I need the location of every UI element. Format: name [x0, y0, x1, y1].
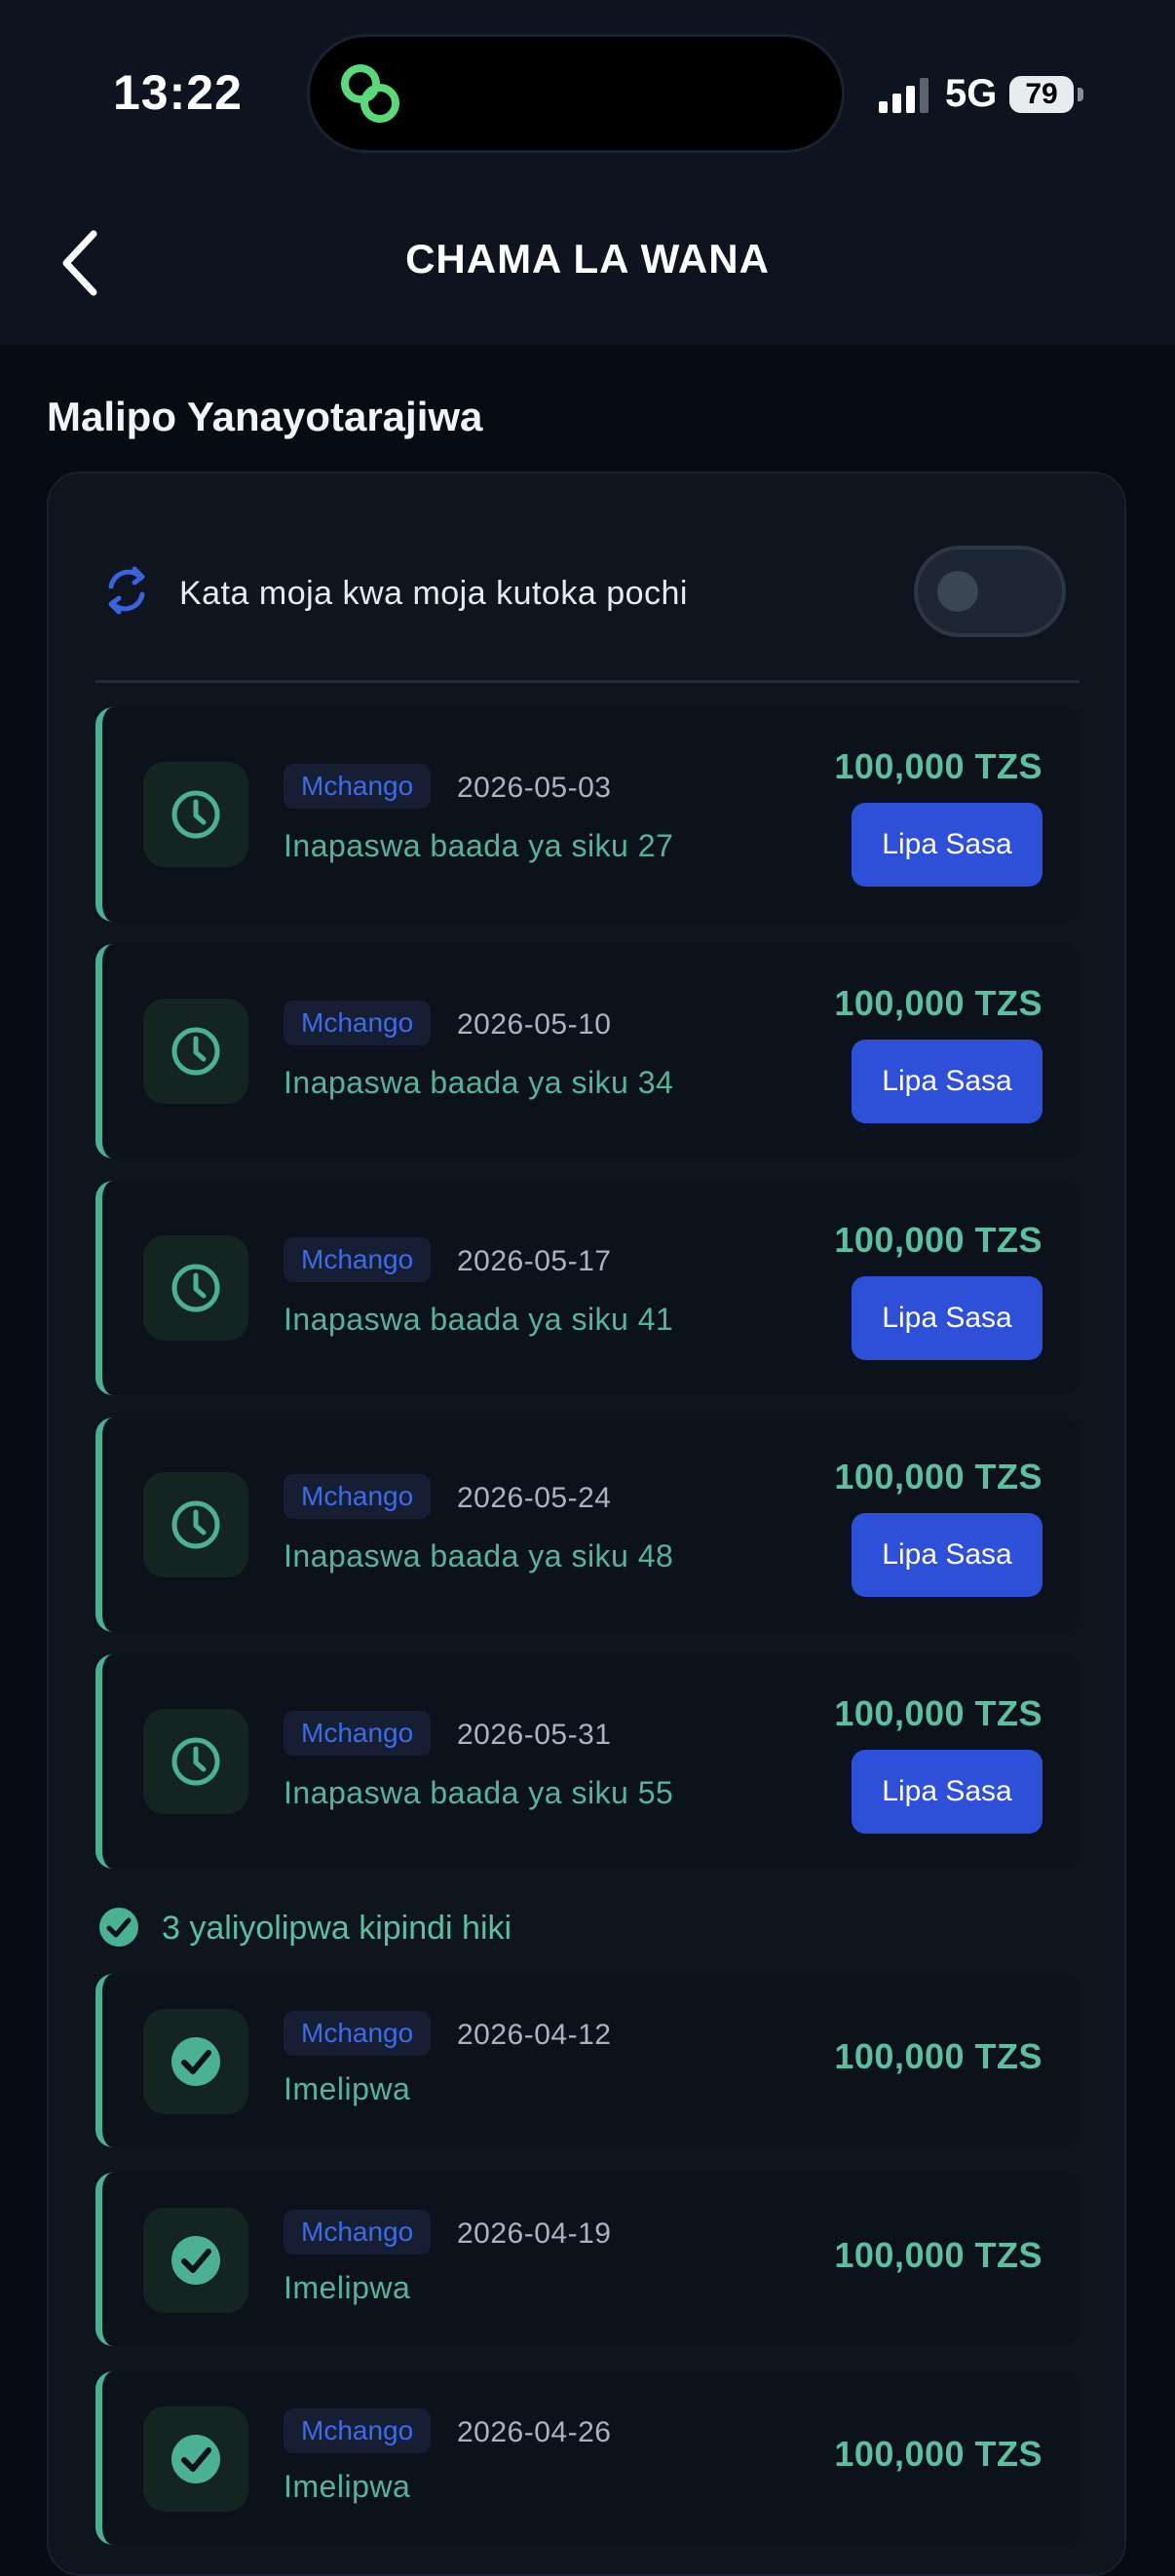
pay-now-button[interactable]: Lipa Sasa [852, 1750, 1042, 1834]
pay-now-button[interactable]: Lipa Sasa [852, 1040, 1042, 1123]
payment-date: 2026-04-19 [457, 2217, 612, 2250]
payment-card: Mchango 2026-05-31 Inapaswa baada ya siku … [95, 1654, 1080, 1869]
pay-now-button[interactable]: Lipa Sasa [852, 1513, 1042, 1597]
network-type: 5G [945, 72, 998, 115]
refresh-icon [108, 566, 145, 615]
due-text: Inapaswa baada ya siku 55 [284, 1775, 674, 1810]
auto-deduct-toggle[interactable] [914, 546, 1066, 637]
pay-now-button[interactable]: Lipa Sasa [852, 803, 1042, 887]
clock-icon [143, 1235, 248, 1341]
clock-icon [143, 1472, 248, 1577]
check-circle-icon [143, 2009, 248, 2114]
status-text: Imelipwa [284, 2270, 411, 2305]
payment-amount: 100,000 TZS [834, 2036, 1042, 2076]
auto-deduct-label: Kata moja kwa moja kutoka pochi [179, 575, 688, 612]
payment-date: 2026-05-03 [457, 772, 612, 804]
type-badge: Mchango [284, 1001, 432, 1045]
payment-date: 2026-04-26 [457, 2416, 612, 2448]
type-badge: Mchango [284, 1237, 432, 1282]
payment-amount: 100,000 TZS [834, 1220, 1042, 1260]
paid-card: Mchango 2026-04-12 Imelipwa 100,000 TZS [95, 1974, 1080, 2147]
payment-amount: 100,000 TZS [834, 2235, 1042, 2275]
payment-date: 2026-04-12 [457, 2019, 612, 2051]
payment-card: Mchango 2026-05-10 Inapaswa baada ya siku … [95, 944, 1080, 1158]
paid-card: Mchango 2026-04-26 Imelipwa 100,000 TZS [95, 2371, 1080, 2545]
type-badge: Mchango [284, 1711, 432, 1756]
payment-date: 2026-05-17 [457, 1245, 612, 1277]
page-title: CHAMA LA WANA [405, 236, 770, 282]
due-text: Inapaswa baada ya siku 34 [284, 1065, 674, 1100]
payment-amount: 100,000 TZS [834, 983, 1042, 1023]
payment-amount: 100,000 TZS [834, 1457, 1042, 1496]
link-logo-icon [341, 64, 399, 123]
payment-amount: 100,000 TZS [834, 1693, 1042, 1733]
battery-icon: 79 [1009, 76, 1074, 113]
payment-date: 2026-05-31 [457, 1719, 612, 1751]
type-badge: Mchango [284, 2210, 432, 2254]
auto-deduct-row: Kata moja kwa moja kutoka pochi [97, 546, 1072, 637]
section-title: Malipo Yanayotarajiwa [47, 394, 483, 439]
pay-now-button[interactable]: Lipa Sasa [852, 1276, 1042, 1360]
clock-icon [143, 999, 248, 1104]
type-badge: Mchango [284, 764, 432, 809]
divider [95, 680, 1080, 683]
dynamic-island [310, 37, 842, 150]
top-bar: 13:22 5G 79 CHAMA LA WANA [0, 0, 1175, 345]
due-text: Inapaswa baada ya siku 48 [284, 1538, 674, 1573]
check-circle-icon [99, 1908, 138, 1947]
paid-summary-text: 3 yaliyolipwa kipindi hiki [162, 1910, 512, 1947]
payment-card: Mchango 2026-05-24 Inapaswa baada ya siku … [95, 1418, 1080, 1632]
type-badge: Mchango [284, 2408, 432, 2453]
toggle-knob [937, 571, 978, 612]
clock-icon [143, 762, 248, 867]
status-time: 13:22 [113, 65, 243, 120]
signal-icon [879, 78, 929, 113]
type-badge: Mchango [284, 1474, 432, 1519]
type-badge: Mchango [284, 2011, 432, 2056]
payment-date: 2026-05-24 [457, 1482, 612, 1514]
payment-card: Mchango 2026-05-17 Inapaswa baada ya siku … [95, 1181, 1080, 1395]
status-text: Imelipwa [284, 2469, 411, 2504]
payment-amount: 100,000 TZS [834, 2434, 1042, 2474]
clock-icon [143, 1709, 248, 1814]
battery-tip [1078, 88, 1083, 101]
check-circle-icon [143, 2406, 248, 2512]
paid-card: Mchango 2026-04-19 Imelipwa 100,000 TZS [95, 2173, 1080, 2346]
payment-card: Mchango 2026-05-03 Inapaswa baada ya siku … [95, 707, 1080, 922]
due-text: Inapaswa baada ya siku 41 [284, 1302, 674, 1337]
check-circle-icon [143, 2208, 248, 2313]
payment-date: 2026-05-10 [457, 1008, 612, 1041]
due-text: Inapaswa baada ya siku 27 [284, 828, 674, 863]
payment-amount: 100,000 TZS [834, 746, 1042, 786]
status-text: Imelipwa [284, 2071, 411, 2106]
